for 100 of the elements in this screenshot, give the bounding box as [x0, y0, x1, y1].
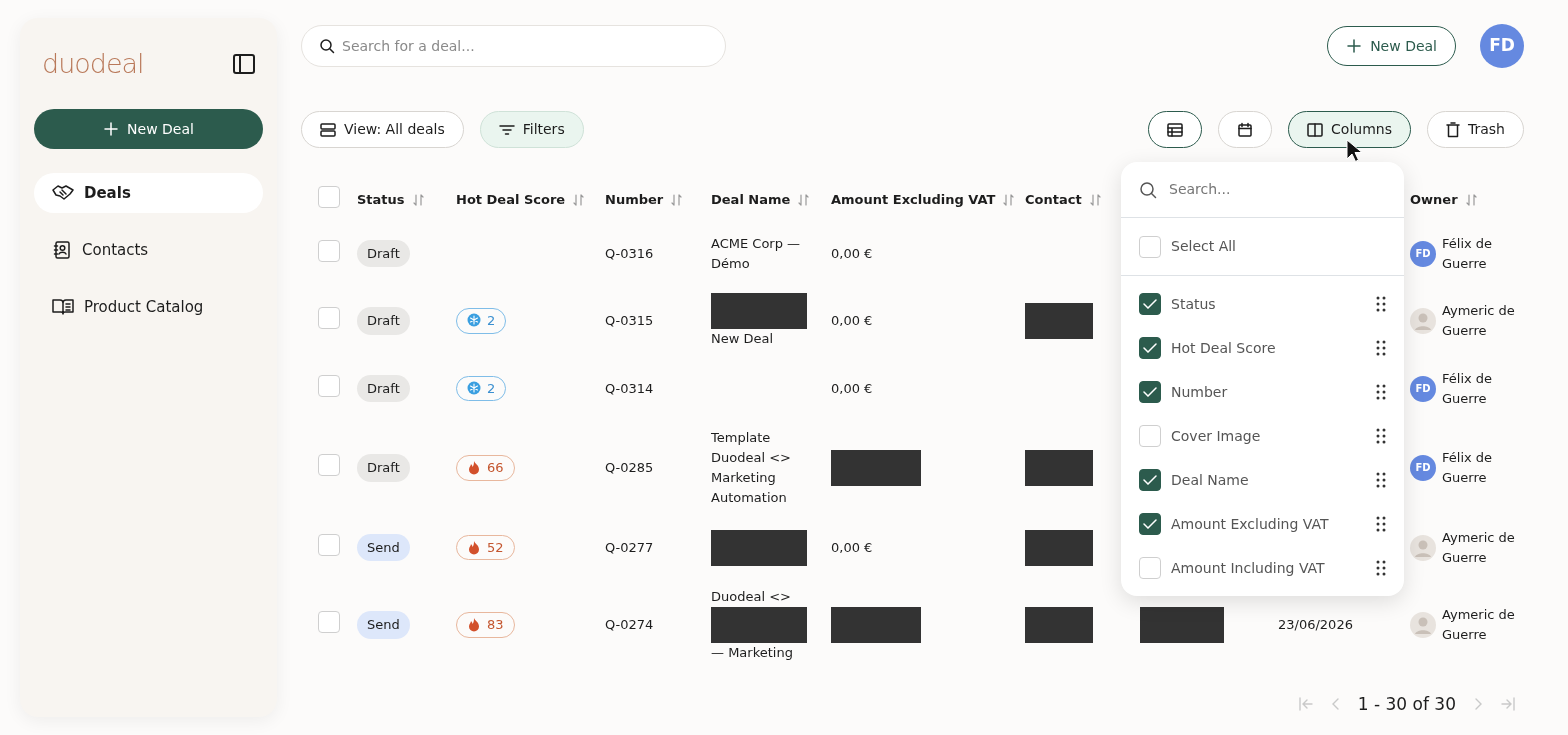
- check-icon: [1143, 519, 1157, 529]
- checkbox-label: Cover Image: [1171, 426, 1262, 446]
- owner-avatar: FD: [1410, 375, 1436, 402]
- last-page-icon: [1500, 696, 1516, 713]
- search-icon: [319, 38, 335, 54]
- sort-icon: [412, 194, 424, 206]
- drag-handle-icon[interactable]: [1376, 428, 1386, 444]
- column-header[interactable]: Contact: [1025, 190, 1082, 210]
- checkbox-label: Status: [1171, 294, 1217, 314]
- calendar-view-button[interactable]: [1218, 111, 1273, 148]
- owner-name: Félix de Guerre: [1442, 449, 1494, 487]
- table-cell: Q-0274: [605, 617, 654, 633]
- snowflake-icon: [467, 313, 481, 329]
- drag-handle-icon[interactable]: [1376, 340, 1386, 356]
- column-header[interactable]: Deal Name: [711, 190, 791, 210]
- stack-icon: [320, 122, 336, 137]
- table-cell-text: 0,00 €: [831, 244, 874, 263]
- status-tag: Send: [357, 611, 410, 639]
- flame-icon: [467, 539, 481, 555]
- flame-icon: [467, 460, 481, 476]
- snowflake-icon: [467, 380, 481, 396]
- sidebar-item[interactable]: Contacts: [34, 230, 263, 270]
- status-tag: Send: [357, 533, 410, 562]
- select-all-checkbox[interactable]: [318, 186, 340, 209]
- check-icon: [1143, 299, 1157, 309]
- page-range: 1 - 30 of 30: [1357, 692, 1456, 716]
- plus-icon: [1346, 38, 1363, 54]
- sort-icon: [671, 194, 683, 206]
- search-icon: [1139, 180, 1157, 199]
- sort-icon: [573, 194, 585, 206]
- column-header[interactable]: Number: [605, 190, 664, 210]
- owner-name: Félix de Guerre: [1442, 369, 1494, 408]
- new-deal-button[interactable]: New Deal: [1327, 26, 1456, 66]
- sidebar-item[interactable]: Product Catalog: [34, 287, 263, 327]
- owner-avatar: FD: [1410, 240, 1436, 267]
- search-field[interactable]: Search for a deal...: [301, 25, 726, 67]
- table-icon: [1167, 122, 1184, 137]
- filter-icon: [498, 123, 515, 136]
- owner-name: Aymeric de Guerre: [1442, 606, 1516, 644]
- sort-icon: [1465, 194, 1477, 206]
- status-tag: Draft: [357, 374, 410, 403]
- plus-icon: [103, 121, 120, 137]
- filters-button[interactable]: Filters: [479, 111, 584, 148]
- owner-name: Aymeric de Guerre: [1442, 528, 1516, 567]
- calendar-icon: [1237, 121, 1254, 138]
- column-header[interactable]: Amount Excluding VAT: [831, 190, 996, 210]
- avatar-icon: [1410, 534, 1436, 561]
- avatar-icon: [1410, 612, 1436, 638]
- row-checkbox[interactable]: [318, 239, 340, 262]
- table-cell: Q-0315: [605, 313, 654, 329]
- drag-handle-icon[interactable]: [1376, 516, 1386, 532]
- table-cell-text: New Deal: [711, 330, 775, 348]
- table-cell-text: 0,00 €: [831, 538, 874, 557]
- table-cell-text: Duodeal <>: [711, 588, 792, 606]
- column-header[interactable]: Hot Deal Score: [456, 190, 566, 210]
- checkbox-label: Amount Excluding VAT: [1171, 514, 1330, 534]
- row-checkbox[interactable]: [318, 533, 340, 556]
- redaction-block: [1025, 607, 1093, 643]
- column-header[interactable]: Status: [357, 190, 405, 210]
- handshake-icon: [52, 184, 74, 202]
- flame-icon: [467, 617, 481, 633]
- column-header[interactable]: Owner: [1410, 190, 1458, 210]
- trash-icon: [1446, 121, 1460, 138]
- sidebar-icon: [233, 53, 255, 74]
- table-cell-text: — Marketing: [711, 644, 794, 662]
- drag-handle-icon[interactable]: [1376, 384, 1386, 400]
- checkbox[interactable]: [1139, 469, 1161, 491]
- trash-button[interactable]: Trash: [1427, 111, 1524, 148]
- columns-icon: [1307, 122, 1324, 137]
- checkbox[interactable]: [1139, 513, 1161, 535]
- drag-handle-icon[interactable]: [1376, 560, 1386, 576]
- status-tag: Draft: [357, 454, 410, 482]
- redaction-block: [1025, 529, 1093, 566]
- columns-button[interactable]: Columns: [1288, 111, 1411, 148]
- row-checkbox[interactable]: [318, 454, 340, 477]
- open-book-icon: [52, 298, 74, 316]
- check-icon: [1143, 475, 1157, 485]
- drag-handle-icon[interactable]: [1376, 472, 1386, 488]
- sidebar-item[interactable]: Deals: [34, 173, 263, 213]
- row-checkbox[interactable]: [318, 307, 340, 330]
- checkbox[interactable]: [1139, 381, 1161, 403]
- checkbox[interactable]: [1139, 293, 1161, 315]
- status-tag: Draft: [357, 239, 410, 268]
- row-checkbox[interactable]: [318, 374, 340, 397]
- drag-handle-icon[interactable]: [1376, 296, 1386, 312]
- checkbox-label: Select All: [1171, 237, 1236, 256]
- sidebar-toggle-button[interactable]: [233, 53, 255, 74]
- table-cell-text: 23/06/2026: [1278, 616, 1354, 634]
- table-view-button[interactable]: [1148, 111, 1203, 148]
- view-selector-button[interactable]: View: All deals: [301, 111, 464, 148]
- table-cell: Q-0285: [605, 460, 654, 476]
- table-cell-text: 0,00 €: [831, 312, 874, 330]
- checkbox-label: Number: [1171, 382, 1229, 402]
- new-deal-button[interactable]: New Deal: [34, 109, 263, 149]
- owner-name: Félix de Guerre: [1442, 234, 1494, 273]
- row-checkbox[interactable]: [318, 611, 340, 634]
- first-page-icon: [1297, 696, 1314, 713]
- table-cell-text: Template Duodeal <> Marketing Automation: [711, 429, 792, 507]
- table-cell-text: ACME Corp — Démo: [711, 234, 802, 273]
- checkbox[interactable]: [1139, 337, 1161, 359]
